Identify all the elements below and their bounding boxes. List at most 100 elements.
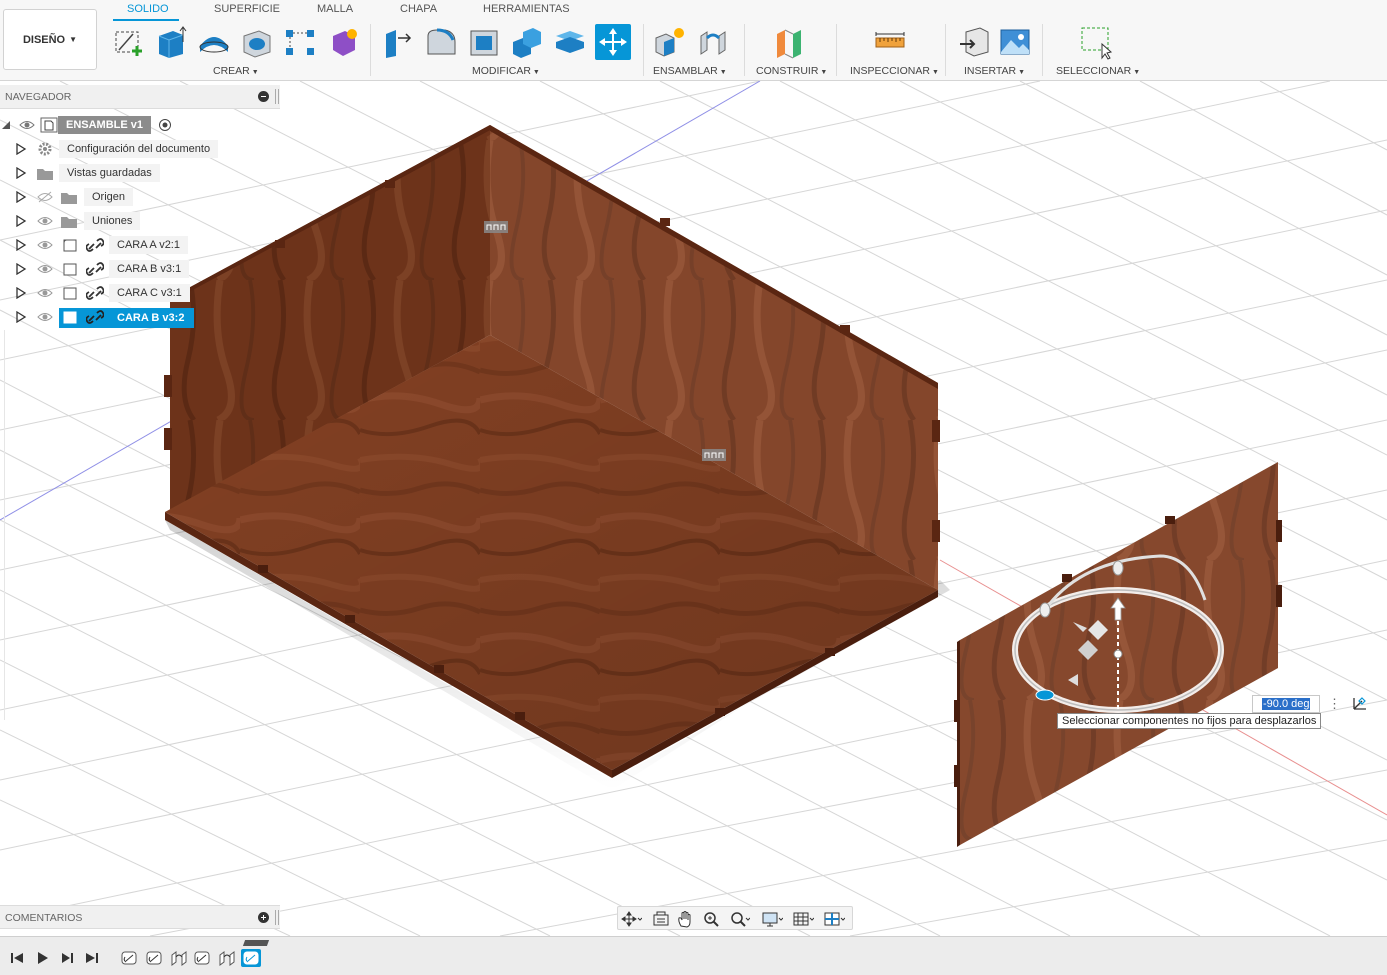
timeline-current-component-icon[interactable]: [241, 949, 261, 967]
tab-chapa[interactable]: CHAPA: [400, 3, 437, 15]
timeline-component-icon[interactable]: [120, 949, 140, 967]
browser-navigator: NAVEGADOR ENSAMBLE v1 Configuración del …: [0, 85, 280, 330]
timeline-joint-icon[interactable]: [169, 949, 189, 967]
group-construir[interactable]: CONSTRUIR ▼: [756, 65, 827, 77]
play-icon[interactable]: [59, 950, 75, 966]
panel-grip-handle[interactable]: [275, 910, 279, 925]
group-ensamblar[interactable]: ENSAMBLAR ▼: [653, 65, 727, 77]
visibility-eye-icon[interactable]: [37, 263, 53, 275]
move-copy-icon[interactable]: [595, 24, 631, 60]
link-icon: [86, 262, 104, 276]
viewports-icon[interactable]: [823, 910, 845, 928]
tree-item-label[interactable]: CARA A v2:1: [109, 236, 188, 254]
revolve-icon[interactable]: [196, 24, 232, 60]
tree-item-label[interactable]: CARA C v3:1: [109, 284, 190, 302]
offset-plane-icon[interactable]: [771, 24, 807, 60]
tree-item-label[interactable]: Vistas guardadas: [59, 164, 160, 182]
hole-icon[interactable]: [239, 24, 275, 60]
activate-radio-icon[interactable]: [158, 118, 172, 132]
joint-icon[interactable]: [695, 24, 731, 60]
toolbar-divider: [370, 24, 371, 76]
folder-icon: [37, 169, 53, 180]
visibility-eye-icon[interactable]: [37, 215, 53, 227]
tree-root-label[interactable]: ENSAMBLE v1: [58, 116, 152, 134]
new-component-icon[interactable]: [652, 24, 688, 60]
fillet-icon[interactable]: [423, 24, 459, 60]
expand-arrow-icon[interactable]: [0, 119, 12, 131]
workspace-switcher[interactable]: DISEÑO ▼: [3, 9, 97, 70]
panel-grip-handle[interactable]: [275, 89, 279, 104]
create-form-icon[interactable]: [325, 24, 361, 60]
timeline-component-icon[interactable]: [193, 949, 213, 967]
step-back-icon[interactable]: [34, 950, 50, 966]
expand-arrow-icon[interactable]: [15, 167, 27, 179]
expand-arrow-icon[interactable]: [15, 311, 27, 323]
group-crear[interactable]: CREAR ▼: [213, 65, 259, 77]
expand-arrow-icon[interactable]: [15, 215, 27, 227]
tree-item-label[interactable]: Origen: [84, 188, 134, 206]
visibility-eye-icon[interactable]: [19, 119, 35, 131]
tree-item-label[interactable]: CARA B v3:2: [109, 309, 193, 327]
rectangular-pattern-icon[interactable]: [282, 24, 318, 60]
group-modificar[interactable]: MODIFICAR ▼: [472, 65, 540, 77]
split-body-icon[interactable]: [552, 24, 588, 60]
timeline-component-icon[interactable]: [145, 949, 165, 967]
grid-settings-icon[interactable]: [792, 910, 814, 928]
tab-superficie[interactable]: SUPERFICIE: [214, 3, 280, 15]
collapse-icon[interactable]: [258, 91, 269, 102]
orbit-icon[interactable]: [620, 910, 642, 928]
toolbar-divider: [945, 24, 946, 76]
display-settings-icon[interactable]: [761, 910, 783, 928]
more-options-icon[interactable]: ⋮: [1328, 697, 1341, 713]
add-comment-icon[interactable]: [258, 912, 269, 923]
component-icon: [63, 263, 77, 276]
visibility-eye-icon[interactable]: [37, 287, 53, 299]
folder-icon: [61, 193, 77, 204]
tab-herramientas[interactable]: HERRAMIENTAS: [483, 3, 570, 15]
insert-derive-icon[interactable]: [956, 24, 992, 60]
navigator-title: NAVEGADOR: [5, 91, 72, 103]
insert-image-icon[interactable]: [997, 24, 1033, 60]
panel-edge: [0, 330, 5, 720]
fit-zoom-icon[interactable]: [728, 910, 750, 928]
toolbar-divider: [1042, 24, 1043, 76]
navigation-bar: [617, 906, 853, 930]
orientation-axis-icon[interactable]: [1350, 693, 1370, 713]
expand-arrow-icon[interactable]: [15, 239, 27, 251]
rotation-angle-input[interactable]: -90.0 deg: [1252, 695, 1320, 713]
go-to-start-icon[interactable]: [9, 950, 25, 966]
zoom-icon[interactable]: [701, 910, 723, 928]
visibility-eye-icon[interactable]: [37, 311, 53, 323]
measure-icon[interactable]: [872, 24, 908, 60]
look-at-icon[interactable]: [650, 910, 672, 928]
tree-item-label[interactable]: CARA B v3:1: [109, 260, 190, 278]
tree-item-label[interactable]: Configuración del documento: [59, 140, 219, 158]
timeline-marker[interactable]: [242, 940, 270, 946]
expand-arrow-icon[interactable]: [15, 143, 27, 155]
expand-arrow-icon[interactable]: [15, 287, 27, 299]
press-pull-icon[interactable]: [380, 24, 416, 60]
pan-hand-icon[interactable]: [675, 910, 697, 928]
window-select-icon[interactable]: [1078, 24, 1114, 60]
link-icon: [86, 286, 104, 300]
extrude-icon[interactable]: [153, 24, 189, 60]
visibility-eye-icon[interactable]: [37, 239, 53, 251]
component-icon: [63, 311, 77, 324]
group-insertar[interactable]: INSERTAR ▼: [964, 65, 1025, 77]
timeline-joint-icon[interactable]: [217, 949, 237, 967]
fusion-app-window: 200 50 -90.0 deg ⋮ Seleccionar component…: [0, 0, 1387, 975]
hidden-eye-icon[interactable]: [37, 191, 53, 203]
shell-icon[interactable]: [466, 24, 502, 60]
create-sketch-icon[interactable]: [111, 24, 147, 60]
tab-malla[interactable]: MALLA: [317, 3, 353, 15]
joint-marker-2: [702, 449, 726, 461]
go-to-end-icon[interactable]: [84, 950, 100, 966]
group-seleccionar[interactable]: SELECCIONAR ▼: [1056, 65, 1140, 77]
group-inspeccionar[interactable]: INSPECCIONAR ▼: [850, 65, 939, 77]
tree-item-label[interactable]: Uniones: [84, 212, 141, 230]
combine-icon[interactable]: [509, 24, 545, 60]
component-icon: [63, 239, 77, 252]
expand-arrow-icon[interactable]: [15, 191, 27, 203]
tab-solido[interactable]: SOLIDO: [127, 3, 169, 15]
expand-arrow-icon[interactable]: [15, 263, 27, 275]
